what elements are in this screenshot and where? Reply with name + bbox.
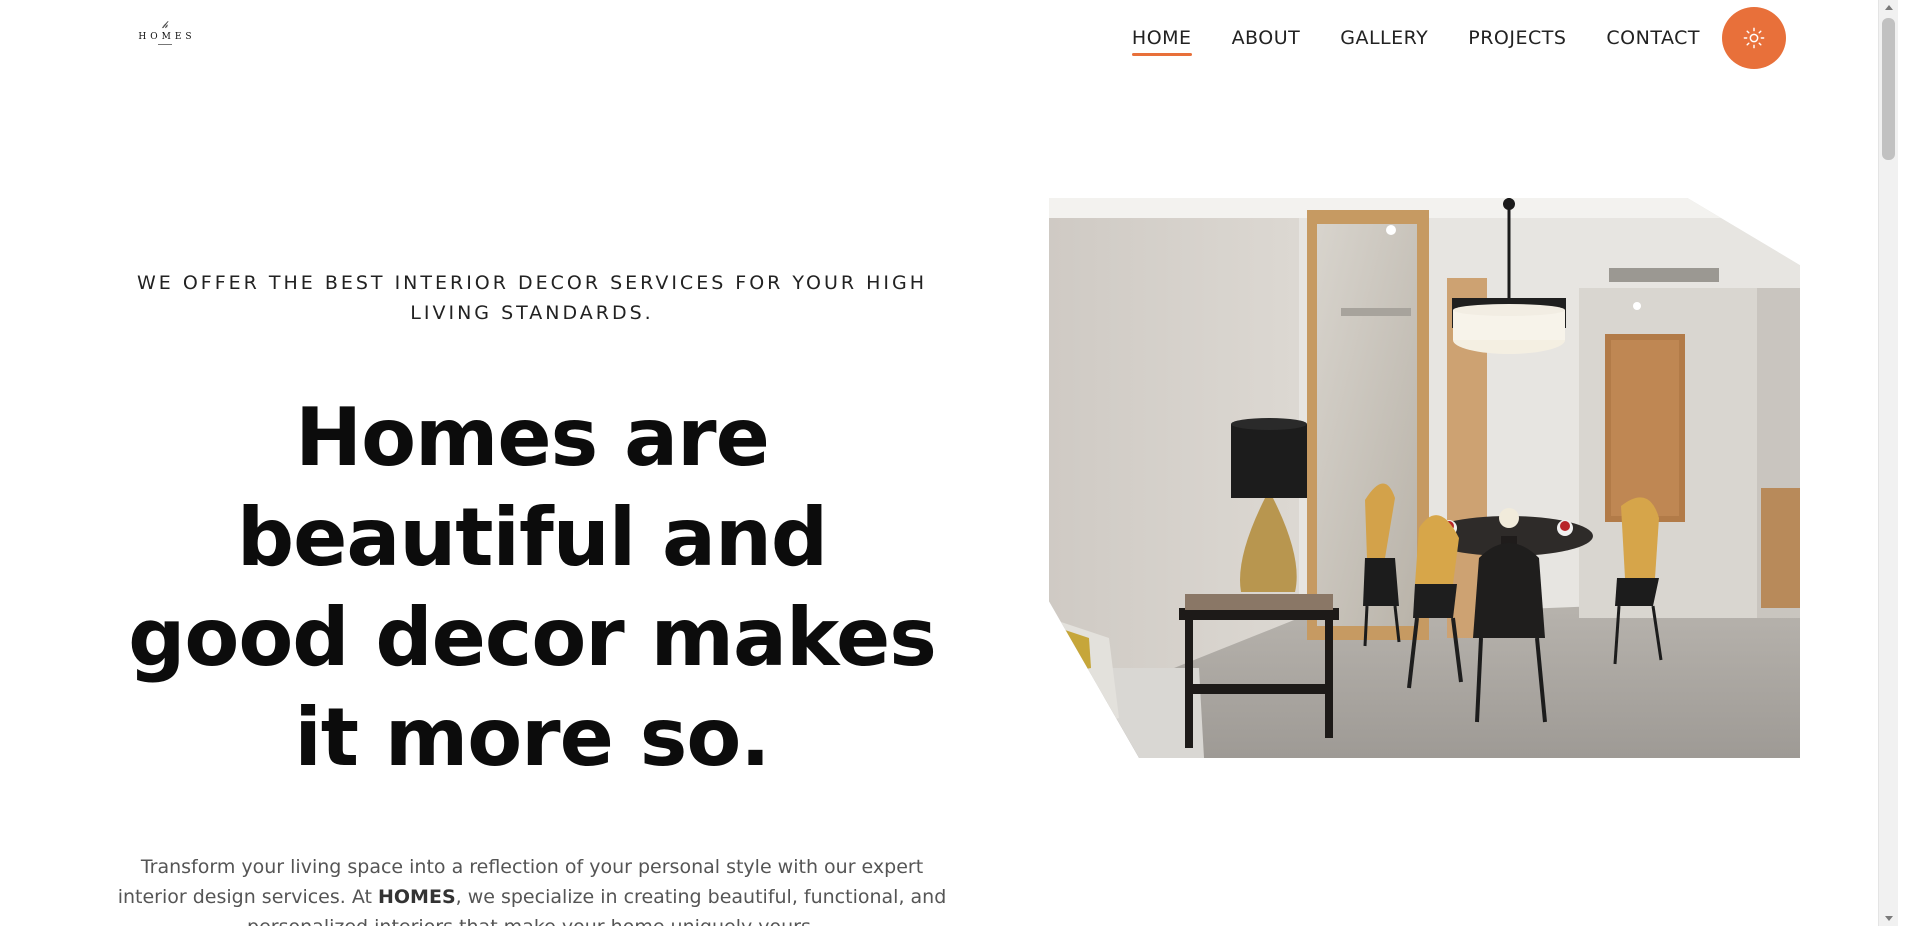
intro-brand-name: HOMES xyxy=(378,886,456,908)
nav-item-home[interactable]: HOME xyxy=(1131,22,1192,56)
page-scrollbar[interactable] xyxy=(1878,0,1898,926)
nav-item-gallery[interactable]: GALLERY xyxy=(1340,22,1428,54)
scroll-down-icon[interactable] xyxy=(1885,916,1893,921)
scroll-up-icon[interactable] xyxy=(1885,5,1893,10)
nav-item-projects[interactable]: PROJECTS xyxy=(1468,22,1566,54)
hero-headline: Homes are beautiful and good decor makes… xyxy=(128,391,937,784)
scrollbar-thumb[interactable] xyxy=(1882,18,1895,160)
logo-wordmark: HOMES xyxy=(138,32,196,42)
page: 𝒽 HOMES HOME ABOUT GALLERY PROJECTS CONT… xyxy=(0,0,1898,926)
logo-rule xyxy=(158,44,172,45)
hero-tagline: WE OFFER THE BEST INTERIOR DECOR SERVICE… xyxy=(137,272,927,324)
nav-item-contact[interactable]: CONTACT xyxy=(1606,22,1700,54)
hero-intro: Transform your living space into a refle… xyxy=(116,852,948,926)
sun-icon xyxy=(1743,27,1765,49)
theme-toggle-button[interactable] xyxy=(1722,7,1786,69)
dining-room-illustration xyxy=(1049,198,1800,758)
nav-item-about[interactable]: ABOUT xyxy=(1232,22,1301,54)
main-nav: HOME ABOUT GALLERY PROJECTS CONTACT xyxy=(1131,22,1700,56)
logo-signature-mark: 𝒽 xyxy=(162,20,168,31)
hero-image xyxy=(1049,198,1800,758)
brand-logo[interactable]: 𝒽 HOMES xyxy=(132,20,198,56)
